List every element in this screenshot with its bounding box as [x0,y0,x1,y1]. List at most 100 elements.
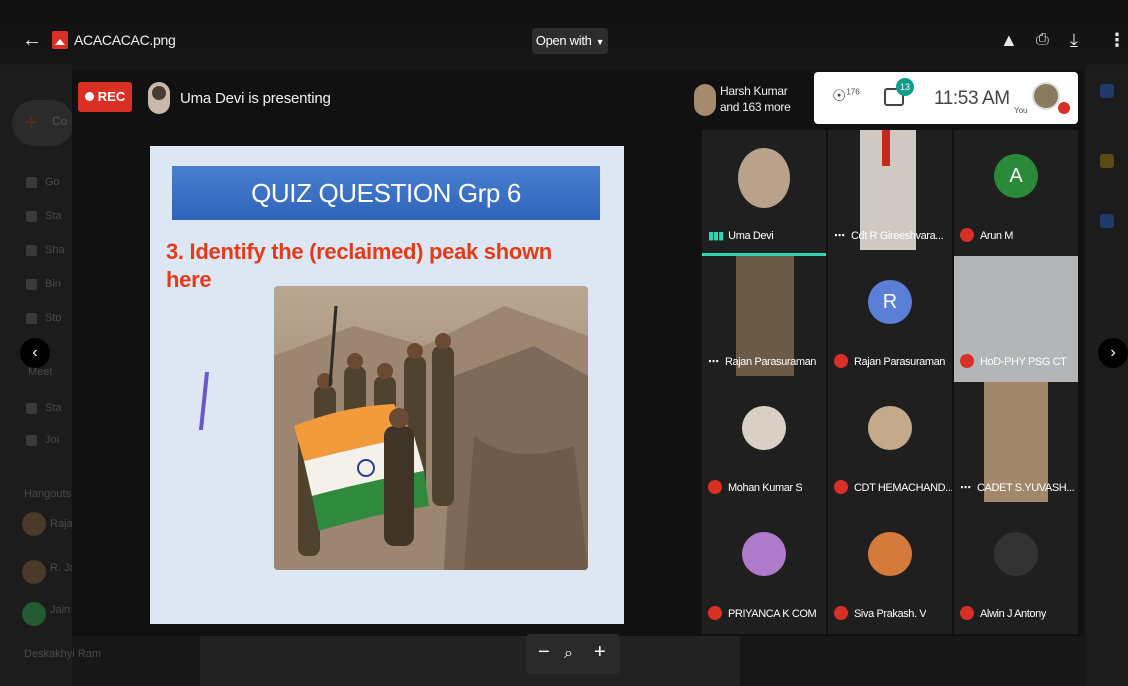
initial-avatar: R [868,280,912,324]
avatar [868,406,912,450]
open-with-button[interactable]: Open with ▼ [532,28,608,54]
participant-tile[interactable]: ⋯ CADET S.YUVASH... [954,382,1078,508]
chevron-down-icon: ▼ [595,37,605,47]
plus-icon: + [24,109,39,136]
participant-name: ⋯ Rajan Parasuraman [708,356,817,368]
avatar [742,406,786,450]
previous-arrow-icon[interactable]: ‹ [20,338,50,368]
participant-tile[interactable]: ⋯ Cdt R Gireeshvara... [828,130,952,256]
zoom-out-button[interactable]: − [538,642,550,662]
file-name: ACACACAC.png [74,32,176,48]
drive-right-rail-dimmed [1086,64,1128,686]
participant-photo [882,130,890,166]
drive-row[interactable]: Sta [26,210,72,224]
participant-tile[interactable]: ⋯ Rajan Parasuraman [702,256,826,382]
avatar[interactable] [1032,82,1060,110]
chat-count-badge: 13 [896,78,914,96]
mic-off-icon [708,606,722,620]
participant-tile[interactable]: Alwin J Antony [954,508,1078,634]
tasks-icon[interactable] [1100,214,1114,228]
image-file-icon [52,31,68,49]
drive-row[interactable]: Bin [26,278,72,292]
participant-name: ▮▮▮ Uma Devi [708,230,774,242]
participant-tile[interactable]: Siva Prakash. V [828,508,952,634]
participant-tile[interactable]: Mohan Kumar S [702,382,826,508]
mic-off-icon [1058,102,1070,114]
drive-row[interactable]: Sta [26,402,72,416]
calendar-icon[interactable] [1100,84,1114,98]
back-arrow-icon[interactable]: ← [22,30,42,50]
drive-content-dimmed [200,628,740,686]
initial-avatar: A [994,154,1038,198]
participants-line1: Harsh Kumar [720,84,788,98]
more-options-icon: ⋯ [834,230,845,242]
people-count: 176 [846,87,860,97]
hangout-contact: Raja [50,518,73,530]
more-vert-icon[interactable]: ⋮ [1108,30,1126,50]
participant-tile[interactable]: R Rajan Parasuraman [828,256,952,382]
print-icon[interactable]: ⎙ [1036,30,1049,50]
participant-tile[interactable]: HoD-PHY PSG CT [954,256,1078,382]
participants-summary[interactable]: Harsh Kumar and 163 more [690,74,814,124]
avatar[interactable] [22,560,46,584]
participant-name: Alwin J Antony [960,606,1046,620]
drive-row[interactable]: Go [26,176,72,190]
drive-row[interactable]: Sto [26,312,72,326]
participant-name: ⋯ Cdt R Gireeshvara... [834,230,944,242]
drive-row[interactable]: Joi [26,434,72,448]
keep-icon[interactable] [1100,154,1114,168]
participant-name: Mohan Kumar S [708,480,802,494]
mic-off-icon [834,606,848,620]
avatar[interactable] [22,602,46,626]
participant-name: Arun M [960,228,1013,242]
participant-tile[interactable]: ▮▮▮ Uma Devi [702,130,826,256]
avatar [148,82,170,114]
drive-hangouts-heading: Hangouts [24,488,72,500]
mic-off-icon [708,480,722,494]
add-to-drive-icon[interactable]: ▲ [1000,30,1018,50]
clock-time: 11:53 AM [934,88,1010,109]
avatar[interactable] [22,512,46,536]
more-options-icon: ⋯ [708,356,719,368]
download-icon[interactable]: ⤓ [1070,30,1078,50]
drive-new-button[interactable]: + Co [12,100,74,146]
people-icon[interactable]: ☉176 [832,86,860,106]
participant-tile[interactable]: CDT HEMACHAND... [828,382,952,508]
presentation-slide: QUIZ QUESTION Grp 6 3. Identify the (rec… [150,146,624,624]
you-label: You [1014,106,1028,115]
participant-tile[interactable]: A Arun M [954,130,1078,256]
presenting-text: Uma Devi is presenting [180,90,331,107]
mic-off-icon [960,228,974,242]
meet-screenshot: REC Uma Devi is presenting QUIZ QUESTION… [72,70,1084,636]
mic-off-icon [834,480,848,494]
speaking-icon: ▮▮▮ [708,230,724,242]
drive-new-label: Co [52,114,68,128]
participant-grid: ▮▮▮ Uma Devi ⋯ Cdt R Gireeshvara... A Arun… [702,130,1078,636]
hangout-contact: Deskakhyi Ram [24,648,102,660]
avatar [868,532,912,576]
meet-header: REC Uma Devi is presenting [72,70,702,128]
participant-name: CDT HEMACHAND... [834,480,952,494]
more-options-icon: ⋯ [960,482,971,494]
soldiers-flag-photo [274,286,588,570]
participant-photo [738,148,790,208]
drive-row[interactable]: Sha [26,244,72,258]
participant-tile[interactable]: PRIYANCA K COM [702,508,826,634]
next-arrow-icon[interactable]: › [1098,338,1128,368]
participants-line2: and 163 more [720,100,791,114]
cursor-mark [198,372,210,430]
participant-name: PRIYANCA K COM [708,606,816,620]
zoom-in-button[interactable]: + [594,642,606,662]
record-dot-icon [84,92,94,101]
meet-info-bar: ☉176 13 11:53 AM You [814,72,1078,124]
mic-off-icon [960,354,974,368]
zoom-icon[interactable]: ⌕ [564,644,573,664]
participant-name: ⋯ CADET S.YUVASH... [960,482,1075,494]
rec-badge: REC [78,82,132,112]
rec-label: REC [97,89,126,104]
mic-off-icon [960,606,974,620]
mic-off-icon [834,354,848,368]
screen: + Co Go Sta Sha Bin Sto Meet Sta Joi Han… [0,0,1128,686]
avatar [694,84,716,116]
open-with-label: Open with [535,33,592,48]
